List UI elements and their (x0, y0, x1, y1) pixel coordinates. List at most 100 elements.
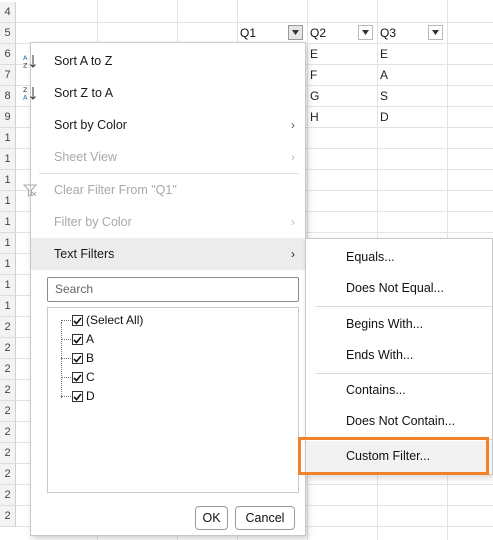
clear-filter-item: Clear Filter From "Q1" (23, 174, 305, 206)
autofilter-menu: A Z Sort A to Z Z A Sort Z to A Sort by … (23, 42, 306, 536)
row-header[interactable]: 1 (0, 128, 16, 149)
begins-with-item[interactable]: Begins With... (306, 309, 492, 340)
tree-connector (61, 322, 62, 398)
row-header[interactable]: 2 (0, 338, 16, 359)
search-input[interactable]: Search (47, 277, 299, 302)
row-header[interactable]: 1 (0, 233, 16, 254)
sort-ascending-icon: A Z (23, 54, 36, 68)
sort-a-to-z-label: Sort A to Z (54, 54, 113, 68)
does-not-contain-item[interactable]: Does Not Contain... (306, 406, 492, 437)
list-item[interactable]: C (72, 368, 95, 387)
value-checkbox[interactable] (72, 353, 83, 364)
equals-item[interactable]: Equals... (306, 242, 492, 273)
contains-item[interactable]: Contains... (306, 375, 492, 406)
row-header[interactable]: 1 (0, 275, 16, 296)
chevron-right-icon: › (291, 150, 295, 164)
header-label-q3: Q3 (380, 26, 397, 40)
value-label: D (86, 389, 95, 403)
checkmark-icon (73, 373, 82, 382)
header-label-q1: Q1 (240, 26, 257, 40)
does-not-contain-label: Does Not Contain... (346, 414, 456, 428)
row-header[interactable]: 2 (0, 380, 16, 401)
clear-filter-icon (23, 184, 37, 197)
row-header[interactable]: 2 (0, 443, 16, 464)
does-not-equal-item[interactable]: Does Not Equal... (306, 273, 492, 304)
list-item[interactable]: A (72, 330, 94, 349)
text-filters-item[interactable]: Text Filters › (31, 238, 305, 270)
select-all-label: (Select All) (86, 313, 144, 327)
row-header[interactable]: 2 (0, 359, 16, 380)
cancel-button[interactable]: Cancel (235, 506, 295, 530)
row-header[interactable]: 2 (0, 485, 16, 506)
row-header[interactable]: 1 (0, 170, 16, 191)
row-header[interactable]: 2 (0, 422, 16, 443)
contains-label: Contains... (346, 383, 406, 397)
ends-with-item[interactable]: Ends With... (306, 340, 492, 371)
custom-filter-label: Custom Filter... (346, 449, 431, 463)
row-header[interactable]: 7 (0, 65, 16, 86)
value-label: B (86, 351, 95, 365)
row-header[interactable]: 8 (0, 86, 16, 107)
cell-q2-row8[interactable]: G (307, 86, 319, 107)
equals-label: Equals... (346, 250, 395, 264)
row-header[interactable]: 4 (0, 2, 16, 23)
begins-with-label: Begins With... (346, 317, 424, 331)
row-header[interactable]: 1 (0, 149, 16, 170)
sort-by-color-item[interactable]: Sort by Color › (31, 109, 305, 141)
filter-dropdown-q3-button[interactable] (428, 25, 443, 40)
chevron-right-icon: › (291, 215, 295, 229)
custom-filter-item[interactable]: Custom Filter... (306, 441, 492, 472)
ends-with-label: Ends With... (346, 348, 414, 362)
filter-values-list[interactable]: (Select All) A B C D (47, 307, 299, 493)
cell-q2-row7[interactable]: F (307, 65, 317, 86)
sort-descending-icon: Z A (23, 86, 36, 100)
sort-by-color-label: Sort by Color (54, 118, 127, 132)
cell-q2-row9[interactable]: H (307, 107, 319, 128)
row-header[interactable]: 1 (0, 296, 16, 317)
row-header[interactable]: 2 (0, 317, 16, 338)
menu-separator (316, 439, 492, 440)
checkmark-icon (73, 354, 82, 363)
row-header[interactable]: 1 (0, 212, 16, 233)
filter-by-color-label: Filter by Color (54, 215, 132, 229)
cell-q3-row9[interactable]: D (377, 107, 389, 128)
cell-q3-row8[interactable]: S (377, 86, 388, 107)
chevron-down-icon (362, 30, 369, 35)
cell-q2-row6[interactable]: E (307, 44, 318, 65)
clear-filter-label: Clear Filter From "Q1" (54, 183, 177, 197)
list-item[interactable]: B (72, 349, 94, 368)
header-label-q2: Q2 (310, 26, 327, 40)
chevron-down-icon (292, 30, 299, 35)
text-filters-submenu: Equals... Does Not Equal... Begins With.… (305, 238, 493, 475)
select-all-checkbox[interactable] (72, 315, 83, 326)
row-header[interactable]: 2 (0, 464, 16, 485)
filter-dropdown-q2-button[interactable] (358, 25, 373, 40)
row-header[interactable]: 1 (0, 254, 16, 275)
row-header[interactable]: 2 (0, 506, 16, 527)
tree-connector (61, 339, 71, 340)
does-not-equal-label: Does Not Equal... (346, 281, 444, 295)
checkmark-icon (73, 335, 82, 344)
sort-a-to-z-item[interactable]: A Z Sort A to Z (23, 45, 305, 77)
row-header[interactable]: 2 (0, 401, 16, 422)
menu-separator (316, 306, 492, 307)
cell-q3-row7[interactable]: A (377, 65, 388, 86)
row-header[interactable]: 1 (0, 191, 16, 212)
value-label: A (86, 332, 95, 346)
list-item[interactable]: D (72, 387, 95, 406)
row-header[interactable]: 6 (0, 44, 16, 65)
select-all-item[interactable]: (Select All) (72, 311, 143, 330)
value-checkbox[interactable] (72, 334, 83, 345)
row-header[interactable]: 9 (0, 107, 16, 128)
value-checkbox[interactable] (72, 372, 83, 383)
filter-dropdown-q1-button[interactable] (288, 25, 303, 40)
value-checkbox[interactable] (72, 391, 83, 402)
cell-q3-row6[interactable]: E (377, 44, 388, 65)
sort-z-to-a-item[interactable]: Z A Sort Z to A (23, 77, 305, 109)
row-header[interactable]: 5 (0, 23, 16, 44)
chevron-right-icon: › (291, 118, 295, 132)
menu-separator (316, 373, 492, 374)
tree-connector (61, 396, 71, 397)
filter-by-color-item: Filter by Color › (31, 206, 305, 238)
ok-button[interactable]: OK (195, 506, 228, 530)
